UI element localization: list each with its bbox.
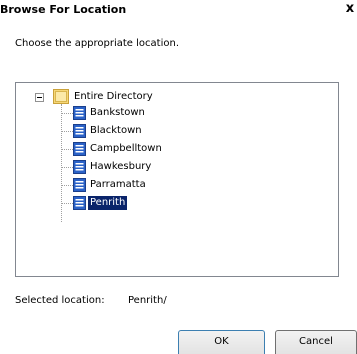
- tree-node-bankstown[interactable]: Bankstown: [16, 105, 216, 121]
- collapse-toggle-icon[interactable]: [35, 93, 44, 102]
- tree-connector-line: [62, 149, 73, 150]
- browse-for-location-dialog: Browse For Location x Choose the appropr…: [0, 0, 357, 354]
- tree-connector-line: [62, 131, 73, 132]
- selected-location-value: Penrith/: [128, 295, 167, 306]
- tree-connector-line: [62, 167, 73, 168]
- tree-node-label[interactable]: Campbelltown: [88, 142, 164, 156]
- tree-connector-line: [62, 203, 73, 204]
- selected-location-caption: Selected location:: [15, 295, 105, 306]
- tree-node-blacktown[interactable]: Blacktown: [16, 123, 216, 139]
- tree-root-label[interactable]: Entire Directory: [74, 91, 153, 102]
- instruction-text: Choose the appropriate location.: [15, 38, 179, 49]
- tree-node-campbelltown[interactable]: Campbelltown: [16, 141, 216, 157]
- window-title: Browse For Location: [0, 3, 127, 16]
- cancel-button[interactable]: Cancel: [275, 330, 357, 354]
- tree-node-label[interactable]: Bankstown: [88, 106, 147, 120]
- title-bar[interactable]: Browse For Location x: [0, 0, 357, 21]
- tree-node-penrith[interactable]: Penrith: [16, 195, 216, 211]
- tree-node-parramatta[interactable]: Parramatta: [16, 177, 216, 193]
- location-node-icon: [73, 196, 86, 210]
- location-tree[interactable]: Entire Directory Bankstown Blacktown Campb…: [15, 82, 339, 277]
- ok-button[interactable]: OK: [178, 330, 265, 354]
- tree-connector-line: [62, 185, 73, 186]
- close-button[interactable]: x: [343, 0, 357, 18]
- tree-node-label[interactable]: Blacktown: [88, 124, 144, 138]
- location-node-icon: [73, 142, 86, 156]
- location-node-icon: [73, 106, 86, 120]
- tree-node-hawkesbury[interactable]: Hawkesbury: [16, 159, 216, 175]
- location-node-icon: [73, 124, 86, 138]
- tree-node-label[interactable]: Penrith: [88, 196, 128, 210]
- tree-node-label[interactable]: Parramatta: [88, 178, 148, 192]
- location-node-icon: [73, 160, 86, 174]
- directory-folder-icon: [53, 89, 69, 104]
- tree-connector-line: [62, 113, 73, 114]
- location-node-icon: [73, 178, 86, 192]
- tree-node-label[interactable]: Hawkesbury: [88, 160, 153, 174]
